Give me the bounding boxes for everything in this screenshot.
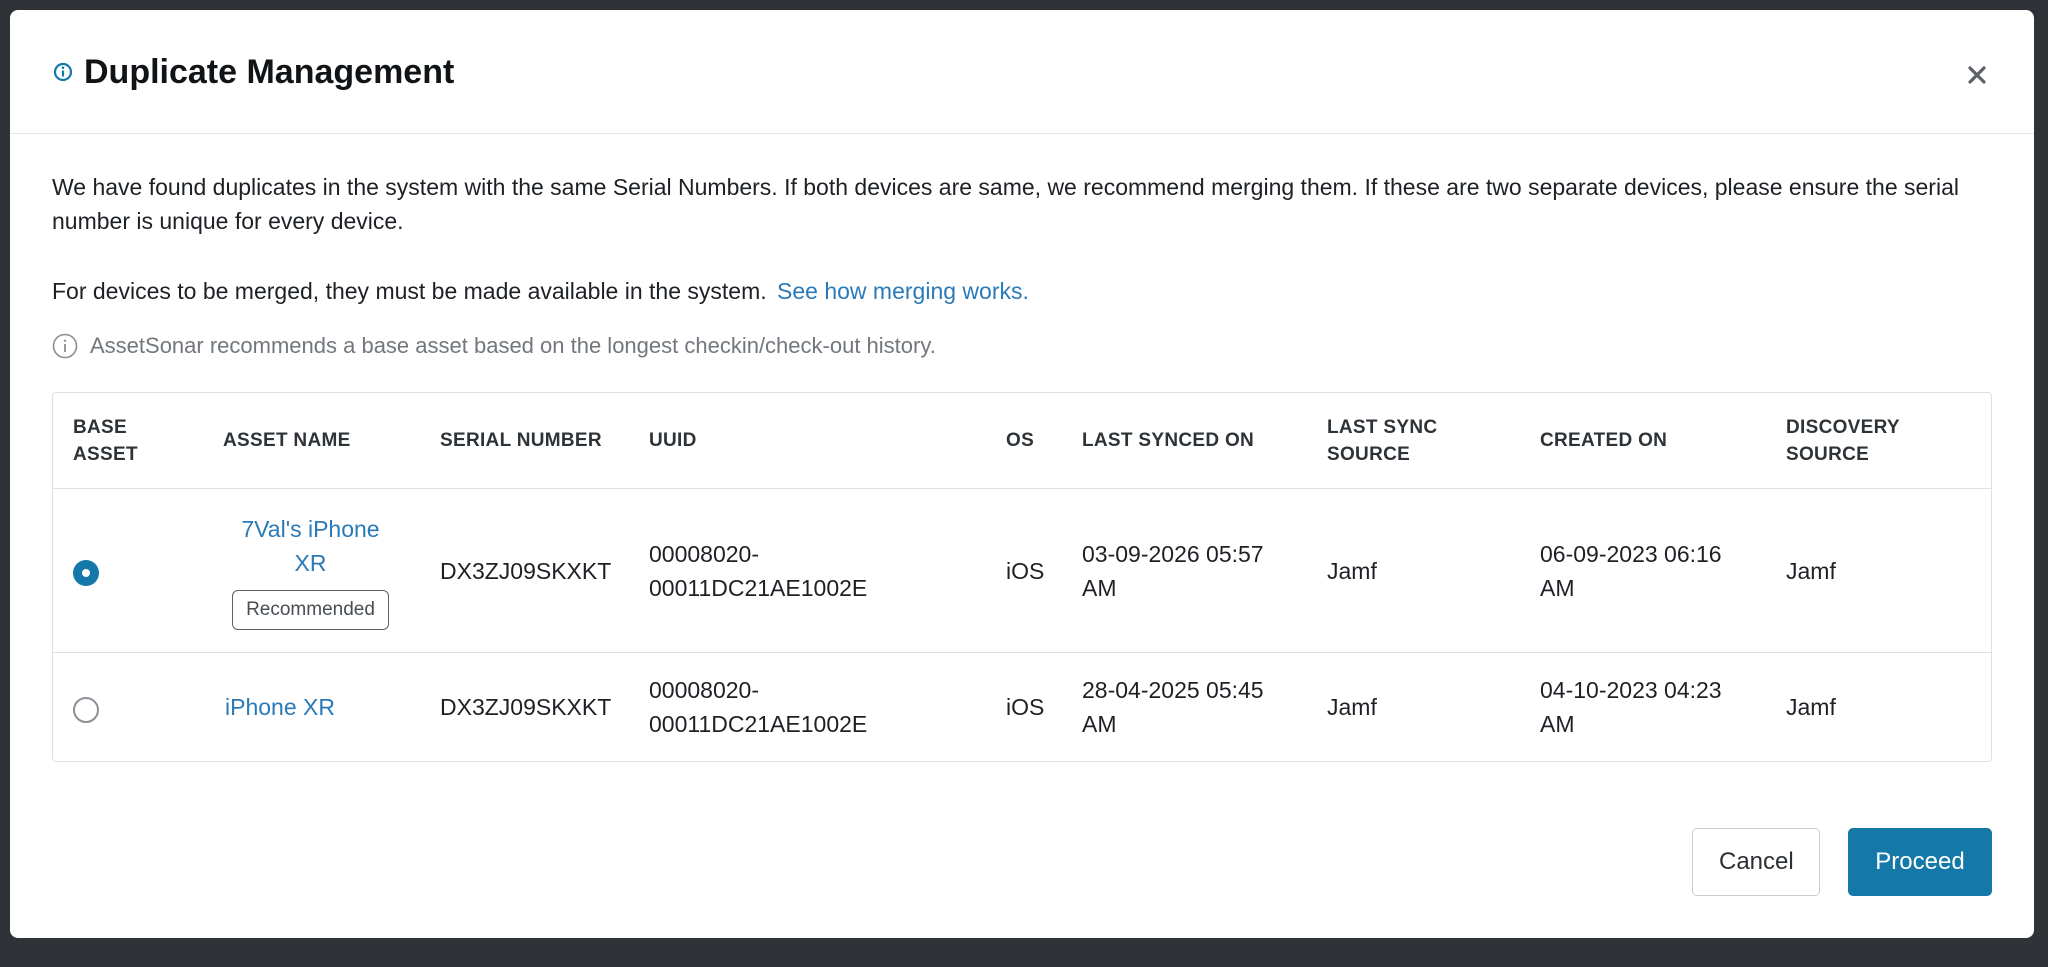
table-header-row: BASE ASSET ASSET NAME SERIAL NUMBER UUID… <box>53 393 1991 489</box>
cancel-button[interactable]: Cancel <box>1692 828 1820 896</box>
recommendation-text: AssetSonar recommends a base asset based… <box>90 333 936 358</box>
asset-name-cell: iPhone XR <box>203 653 420 762</box>
merge-text: For devices to be merged, they must be m… <box>52 278 767 304</box>
table-row: 7Val's iPhone XR Recommended DX3ZJ09SKXK… <box>53 488 1991 653</box>
column-header-asset-name: ASSET NAME <box>203 393 420 489</box>
column-header-uuid: UUID <box>629 393 986 489</box>
info-icon <box>53 62 73 82</box>
column-header-last-synced-on: LAST SYNCED ON <box>1062 393 1307 489</box>
close-icon[interactable] <box>1962 60 1992 90</box>
created-on-value: 06-09-2023 06:16 AM <box>1540 540 1722 601</box>
info-circle-icon <box>52 333 78 359</box>
proceed-button[interactable]: Proceed <box>1848 828 1992 896</box>
dialog-body: We have found duplicates in the system w… <box>10 170 2034 762</box>
dialog-header: Duplicate Management <box>10 10 2034 134</box>
column-header-base-asset: BASE ASSET <box>53 393 203 489</box>
created-on-cell: 06-09-2023 06:16 AM <box>1520 488 1766 653</box>
serial-number-cell: DX3ZJ09SKXKT <box>420 488 629 653</box>
last-sync-source-cell: Jamf <box>1307 488 1520 653</box>
last-synced-on-value: 03-09-2026 05:57 AM <box>1082 540 1264 601</box>
duplicate-management-dialog: Duplicate Management We have found dupli… <box>10 10 2034 938</box>
table-row: iPhone XR DX3ZJ09SKXKT 00008020-00011DC2… <box>53 653 1991 762</box>
duplicate-description: We have found duplicates in the system w… <box>52 174 1959 234</box>
asset-name-link[interactable]: 7Val's iPhone XR <box>223 512 398 580</box>
merge-notice: For devices to be merged, they must be m… <box>52 274 1992 308</box>
asset-name-link[interactable]: iPhone XR <box>223 690 410 724</box>
base-asset-cell <box>53 653 203 762</box>
recommendation-note: AssetSonar recommends a base asset based… <box>52 330 1992 362</box>
base-asset-cell <box>53 488 203 653</box>
column-header-created-on: CREATED ON <box>1520 393 1766 489</box>
uuid-value: 00008020-00011DC21AE1002E <box>649 540 868 601</box>
os-cell: iOS <box>986 488 1062 653</box>
created-on-cell: 04-10-2023 04:23 AM <box>1520 653 1766 762</box>
last-synced-on-cell: 03-09-2026 05:57 AM <box>1062 488 1307 653</box>
uuid-cell: 00008020-00011DC21AE1002E <box>629 653 986 762</box>
asset-name-group: 7Val's iPhone XR Recommended <box>223 512 398 630</box>
created-on-value: 04-10-2023 04:23 AM <box>1540 677 1722 737</box>
duplicates-table: BASE ASSET ASSET NAME SERIAL NUMBER UUID… <box>53 393 1991 761</box>
dialog-footer: Cancel Proceed <box>1692 828 1992 896</box>
recommended-badge: Recommended <box>232 589 389 630</box>
asset-name-cell: 7Val's iPhone XR Recommended <box>203 488 420 653</box>
discovery-source-cell: Jamf <box>1766 488 1991 653</box>
base-asset-radio-selected[interactable] <box>73 560 99 586</box>
last-synced-on-cell: 28-04-2025 05:45 AM <box>1062 653 1307 762</box>
last-sync-source-cell: Jamf <box>1327 694 1377 720</box>
dialog-title: Duplicate Management <box>84 53 455 91</box>
base-asset-radio[interactable] <box>73 696 99 723</box>
os-cell: iOS <box>1006 694 1045 720</box>
column-header-os: OS <box>986 393 1062 489</box>
duplicates-table-container: BASE ASSET ASSET NAME SERIAL NUMBER UUID… <box>52 392 1992 762</box>
column-header-discovery-source: DISCOVERY SOURCE <box>1766 393 1991 489</box>
uuid-value: 00008020-00011DC21AE1002E <box>649 677 868 737</box>
column-header-serial-number: SERIAL NUMBER <box>420 393 629 489</box>
discovery-source-cell: Jamf <box>1786 694 1836 720</box>
column-header-last-sync-source: LAST SYNC SOURCE <box>1307 393 1520 489</box>
merging-help-link[interactable]: See how merging works. <box>777 278 1029 304</box>
uuid-cell: 00008020-00011DC21AE1002E <box>629 488 986 653</box>
serial-number-cell: DX3ZJ09SKXKT <box>440 694 612 720</box>
last-synced-on-value: 28-04-2025 05:45 AM <box>1082 677 1264 737</box>
